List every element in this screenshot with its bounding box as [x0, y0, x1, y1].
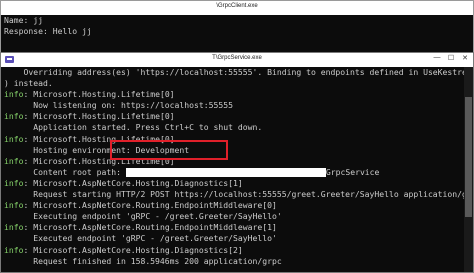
log-text: : Microsoft.AspNetCore.Hosting.Diagnosti…: [23, 244, 243, 255]
service-title-bar[interactable]: T\GrpcService.exe — ☐ ✕: [1, 53, 473, 67]
log-text: Executed endpoint 'gRPC - /greet.Greeter…: [4, 233, 277, 244]
redacted-path: [125, 167, 326, 177]
console-line: info: Microsoft.Hosting.Lifetime[0]: [1, 111, 473, 122]
console-line: info: Microsoft.Hosting.Lifetime[0]: [1, 156, 473, 167]
console-line: info: Microsoft.AspNetCore.Routing.Endpo…: [1, 222, 473, 233]
console-line: Now listening on: https://localhost:5555…: [1, 100, 473, 111]
scrollbar-thumb[interactable]: [465, 97, 472, 217]
log-level-info: info: [4, 200, 24, 211]
console-line: Overriding address(es) 'https://localhos…: [1, 67, 473, 78]
client-console-window: \GrpcClient.exe Name: jj Response: Hello…: [0, 0, 474, 55]
client-line-name: Name: jj: [4, 15, 43, 25]
log-text: Request starting HTTP/2 POST https://loc…: [4, 189, 473, 200]
close-icon[interactable]: ✕: [459, 54, 471, 62]
console-line: info: Microsoft.Hosting.Lifetime[0]: [1, 89, 473, 100]
log-text: : Microsoft.Hosting.Lifetime[0]: [23, 89, 175, 100]
log-text: : Microsoft.AspNetCore.Routing.EndpointM…: [23, 222, 277, 233]
console-line: ) instead.: [1, 78, 473, 89]
log-text: ) instead.: [4, 78, 53, 89]
maximize-icon[interactable]: ☐: [445, 54, 457, 62]
client-title-bar[interactable]: \GrpcClient.exe: [1, 1, 473, 15]
client-line-response: Response: Hello jj: [4, 26, 92, 37]
vertical-scrollbar[interactable]: [464, 67, 473, 272]
console-line: info: Microsoft.AspNetCore.Hosting.Diagn…: [1, 178, 473, 189]
console-line: Request starting HTTP/2 POST https://loc…: [1, 189, 473, 200]
log-text: Overriding address(es) 'https://localhos…: [4, 67, 473, 77]
log-level-info: info: [4, 244, 24, 255]
console-line: Content root path: GrpcService: [1, 167, 473, 178]
console-line: Request finished in 158.5946ms 200 appli…: [1, 256, 473, 267]
console-line: Application started. Press Ctrl+C to shu…: [1, 122, 473, 133]
client-console-output: Name: jj Response: Hello jj: [1, 15, 473, 54]
log-text: : Microsoft.AspNetCore.Routing.EndpointM…: [23, 200, 277, 211]
console-line: Executing endpoint 'gRPC - /greet.Greete…: [1, 211, 473, 222]
console-line: info: Microsoft.AspNetCore.Routing.Endpo…: [1, 200, 473, 211]
client-window-title: \GrpcClient.exe: [216, 3, 258, 9]
log-level-info: info: [4, 89, 24, 100]
log-text: : Microsoft.Hosting.Lifetime[0]: [23, 111, 175, 122]
log-text: Content root path:: [4, 166, 126, 177]
log-level-info: info: [4, 222, 24, 233]
log-level-info: info: [4, 133, 24, 144]
service-window-title: T\GrpcService.exe: [212, 55, 262, 61]
log-text-suffix: GrpcService: [325, 166, 380, 177]
minimize-icon[interactable]: —: [431, 54, 443, 61]
log-text: Now listening on: https://localhost:5555…: [4, 100, 234, 111]
service-console-window: T\GrpcService.exe — ☐ ✕ Overriding addre…: [0, 52, 474, 273]
log-text: Application started. Press Ctrl+C to shu…: [4, 122, 263, 133]
console-line: Hosting environment: Development: [1, 145, 473, 156]
log-text: Request finished in 158.5946ms 200 appli…: [4, 255, 282, 266]
listening-address-highlight: [110, 140, 228, 160]
log-text: : Microsoft.AspNetCore.Hosting.Diagnosti…: [23, 177, 243, 188]
console-line: info: Microsoft.Hosting.Lifetime[0]: [1, 134, 473, 145]
service-console-output: Overriding address(es) 'https://localhos…: [1, 67, 473, 272]
console-line: Executed endpoint 'gRPC - /greet.Greeter…: [1, 233, 473, 244]
console-line: info: Microsoft.AspNetCore.Hosting.Diagn…: [1, 245, 473, 256]
log-text: Executing endpoint 'gRPC - /greet.Greete…: [4, 211, 282, 222]
log-level-info: info: [4, 155, 24, 166]
log-level-info: info: [4, 177, 24, 188]
log-level-info: info: [4, 111, 24, 122]
